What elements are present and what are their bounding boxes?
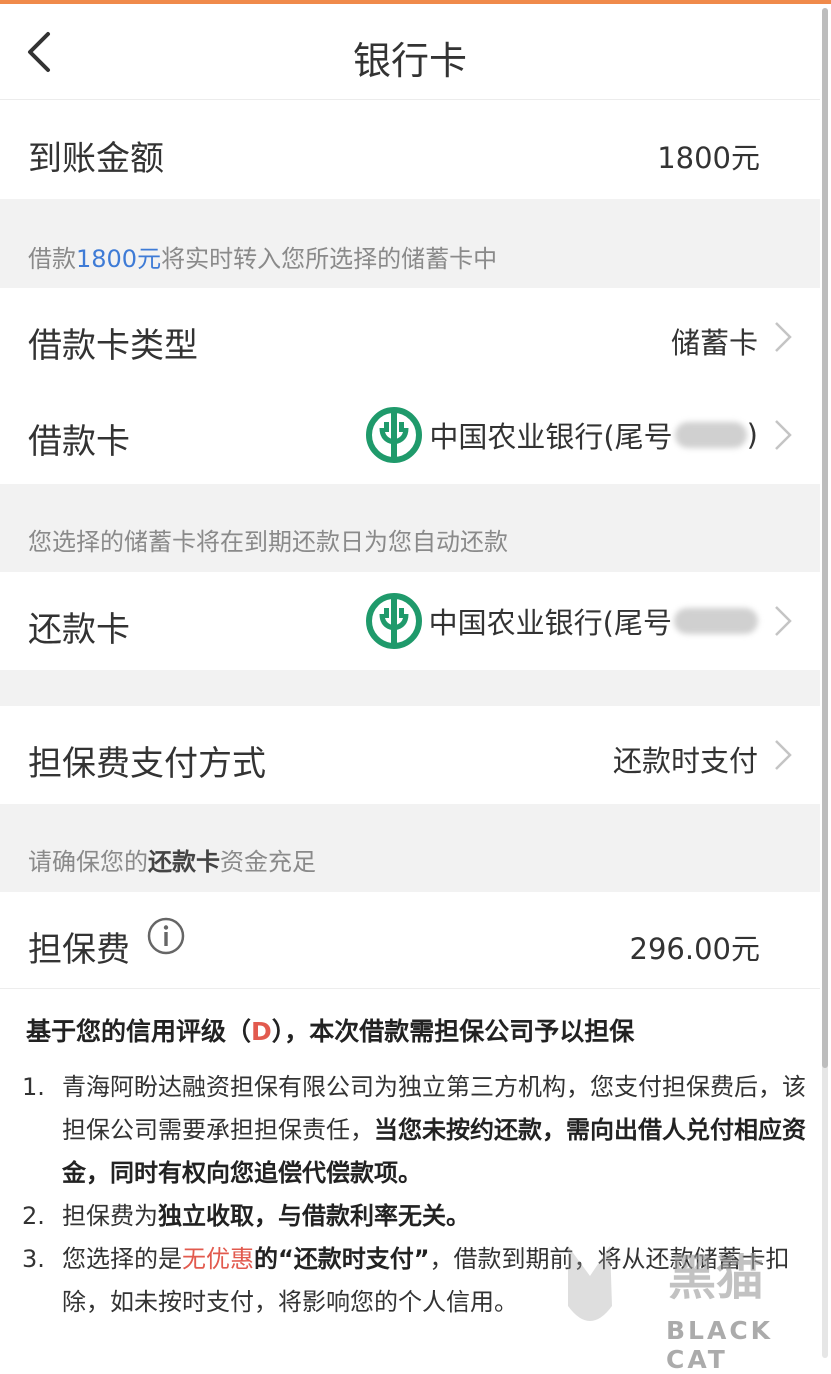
watermark-en-text: BLACK CAT — [666, 1316, 774, 1374]
list-item: 1. 青海阿盼达融资担保有限公司为独立第三方机构，您支付担保费后，该担保公司需要… — [22, 1066, 812, 1195]
amount-row: 到账金额 1800元 — [0, 101, 820, 199]
guarantee-fee-row: 担保费 296.00元 — [0, 892, 820, 988]
loan-card-suffix: ) — [746, 418, 758, 452]
card-type-row[interactable]: 借款卡类型 储蓄卡 — [0, 288, 820, 386]
loan-card-value: 中国农业银行(尾号) — [365, 406, 758, 464]
nav-header: 银行卡 — [0, 4, 820, 100]
auto-repay-note-section: 您选择的储蓄卡将在到期还款日为您自动还款 — [0, 484, 820, 572]
loan-card-label: 借款卡 — [28, 422, 130, 462]
card-type-label: 借款卡类型 — [28, 326, 198, 366]
abc-bank-logo-icon — [365, 593, 422, 649]
watermark-cn-text: 黑猫 — [668, 1250, 765, 1306]
item-text: 担保费为 — [62, 1202, 158, 1230]
fund-note-section: 请确保您的还款卡资金充足 — [0, 804, 820, 892]
item-red: 无优惠 — [182, 1245, 254, 1273]
repay-card-label: 还款卡 — [28, 610, 130, 650]
item-text: 您选择的是 — [62, 1245, 182, 1273]
transfer-note: 借款1800元将实时转入您所选择的储蓄卡中 — [28, 239, 497, 274]
guarantee-method-row[interactable]: 担保费支付方式 还款时支付 — [0, 706, 820, 804]
note-suffix: 将实时转入您所选择的储蓄卡中 — [161, 245, 498, 273]
note-prefix: 借款 — [28, 245, 76, 273]
loan-card-row[interactable]: 借款卡 中国农业银行(尾号) — [0, 386, 820, 484]
repay-card-row[interactable]: 还款卡 中国农业银行(尾号 — [0, 572, 820, 670]
card-type-value: 储蓄卡 — [670, 326, 758, 360]
list-number: 2. — [22, 1202, 45, 1230]
list-number: 3. — [22, 1245, 45, 1273]
list-number: 1. — [22, 1073, 45, 1101]
divider — [0, 988, 820, 989]
fund-note-bold: 还款卡 — [148, 848, 220, 876]
note-amount: 1800元 — [76, 245, 162, 273]
title-suffix: ），本次借款需担保公司予以担保 — [271, 1017, 635, 1046]
masked-card-number — [674, 608, 758, 634]
scrollbar-thumb[interactable] — [822, 8, 828, 1068]
amount-value: 1800元 — [657, 141, 760, 175]
credit-rating-title: 基于您的信用评级（D），本次借款需担保公司予以担保 — [26, 1012, 634, 1048]
amount-label: 到账金额 — [28, 139, 164, 179]
guarantee-method-label: 担保费支付方式 — [28, 744, 266, 784]
fund-note-prefix: 请确保您的 — [28, 848, 148, 876]
list-item: 2. 担保费为独立收取，与借款利率无关。 — [22, 1195, 812, 1238]
loan-card-bank: 中国农业银行(尾号 — [429, 420, 673, 454]
item-bold: 的“还款时支付” — [254, 1245, 430, 1273]
section-gap — [0, 670, 820, 706]
item-bold: 独立收取，与借款利率无关。 — [158, 1202, 470, 1230]
abc-bank-logo-icon — [366, 407, 423, 463]
chevron-right-icon — [775, 740, 792, 770]
repay-card-value: 中国农业银行(尾号 — [365, 592, 758, 650]
guarantee-method-value: 还款时支付 — [612, 744, 758, 778]
masked-card-number — [674, 422, 747, 448]
credit-grade: D — [251, 1017, 272, 1046]
title-prefix: 基于您的信用评级（ — [26, 1017, 252, 1046]
fund-note-suffix: 资金充足 — [220, 848, 316, 876]
chevron-right-icon — [775, 322, 792, 352]
repay-card-bank: 中国农业银行(尾号 — [428, 606, 672, 640]
chevron-right-icon — [775, 420, 792, 450]
guarantee-fee-value: 296.00元 — [629, 932, 760, 966]
transfer-note-section: 借款1800元将实时转入您所选择的储蓄卡中 — [0, 199, 820, 288]
info-circle-icon[interactable] — [146, 916, 186, 956]
chevron-right-icon — [775, 606, 792, 636]
page-title: 银行卡 — [352, 39, 467, 83]
guarantee-fee-label: 担保费 — [28, 930, 130, 970]
auto-repay-note: 您选择的储蓄卡将在到期还款日为您自动还款 — [28, 528, 508, 556]
fund-note: 请确保您的还款卡资金充足 — [28, 842, 316, 877]
